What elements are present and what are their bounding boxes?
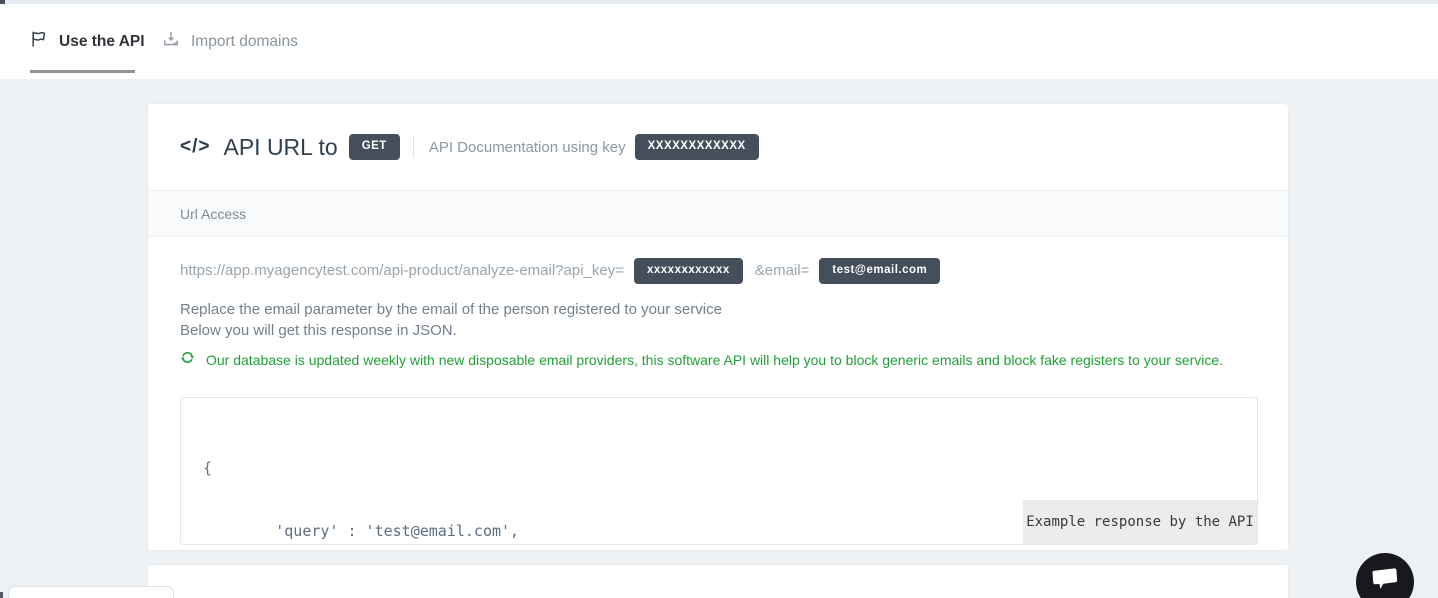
- screen: Use the API Import domains </> API URL t…: [0, 0, 1438, 598]
- api-url-card: </> API URL to GET API Documentation usi…: [148, 104, 1288, 550]
- card-title: API URL to: [223, 134, 337, 161]
- api-key-value-badge: xxxxxxxxxxxx: [634, 258, 743, 284]
- email-value-badge: test@email.com: [819, 258, 940, 284]
- import-icon: [162, 30, 180, 53]
- masked-api-key-badge: XXXXXXXXXXXX: [635, 134, 759, 160]
- bottom-left-artifact: [0, 592, 3, 598]
- json-response-code: { 'query' : 'test@email.com', 'is_busine…: [203, 416, 546, 545]
- instructions: Replace the email parameter by the email…: [180, 299, 1258, 341]
- email-param-label: &email=: [755, 262, 810, 279]
- flag-icon: [30, 30, 48, 53]
- code-line: 'query' : 'test@email.com',: [203, 521, 546, 542]
- active-tab-underline: [30, 70, 135, 73]
- tab-import-domains[interactable]: Import domains: [162, 4, 298, 79]
- api-url-row: https://app.myagencytest.com/api-product…: [180, 258, 1258, 284]
- chat-bubble-icon: [1370, 566, 1400, 598]
- code-icon: </>: [180, 136, 210, 158]
- tab-label: Import domains: [191, 33, 298, 51]
- method-badge: GET: [349, 134, 400, 160]
- bottom-left-popup-partial[interactable]: [8, 586, 174, 598]
- update-note: Our database is updated weekly with new …: [180, 350, 1258, 370]
- refresh-icon: [180, 350, 195, 370]
- instruction-line: Replace the email parameter by the email…: [180, 299, 1258, 320]
- section-label: Url Access: [180, 206, 246, 222]
- example-response-code-block: { 'query' : 'test@email.com', 'is_busine…: [180, 397, 1258, 545]
- next-card-partial: [148, 565, 1288, 598]
- code-caption: Example response by the API: [1023, 500, 1257, 544]
- chat-launcher-button[interactable]: [1356, 553, 1414, 598]
- url-prefix: https://app.myagencytest.com/api-product…: [180, 262, 624, 279]
- tab-label: Use the API: [59, 33, 145, 51]
- header-divider: [413, 136, 414, 158]
- api-documentation-link[interactable]: API Documentation using key: [429, 139, 626, 156]
- api-card-body: https://app.myagencytest.com/api-product…: [148, 237, 1288, 545]
- tab-bar: Use the API Import domains: [0, 4, 1438, 79]
- update-note-text: Our database is updated weekly with new …: [206, 352, 1223, 368]
- api-card-header: </> API URL to GET API Documentation usi…: [148, 104, 1288, 190]
- code-line: {: [203, 458, 546, 479]
- url-access-section-header: Url Access: [148, 190, 1288, 237]
- instruction-line: Below you will get this response in JSON…: [180, 320, 1258, 341]
- tab-use-the-api[interactable]: Use the API: [30, 4, 145, 79]
